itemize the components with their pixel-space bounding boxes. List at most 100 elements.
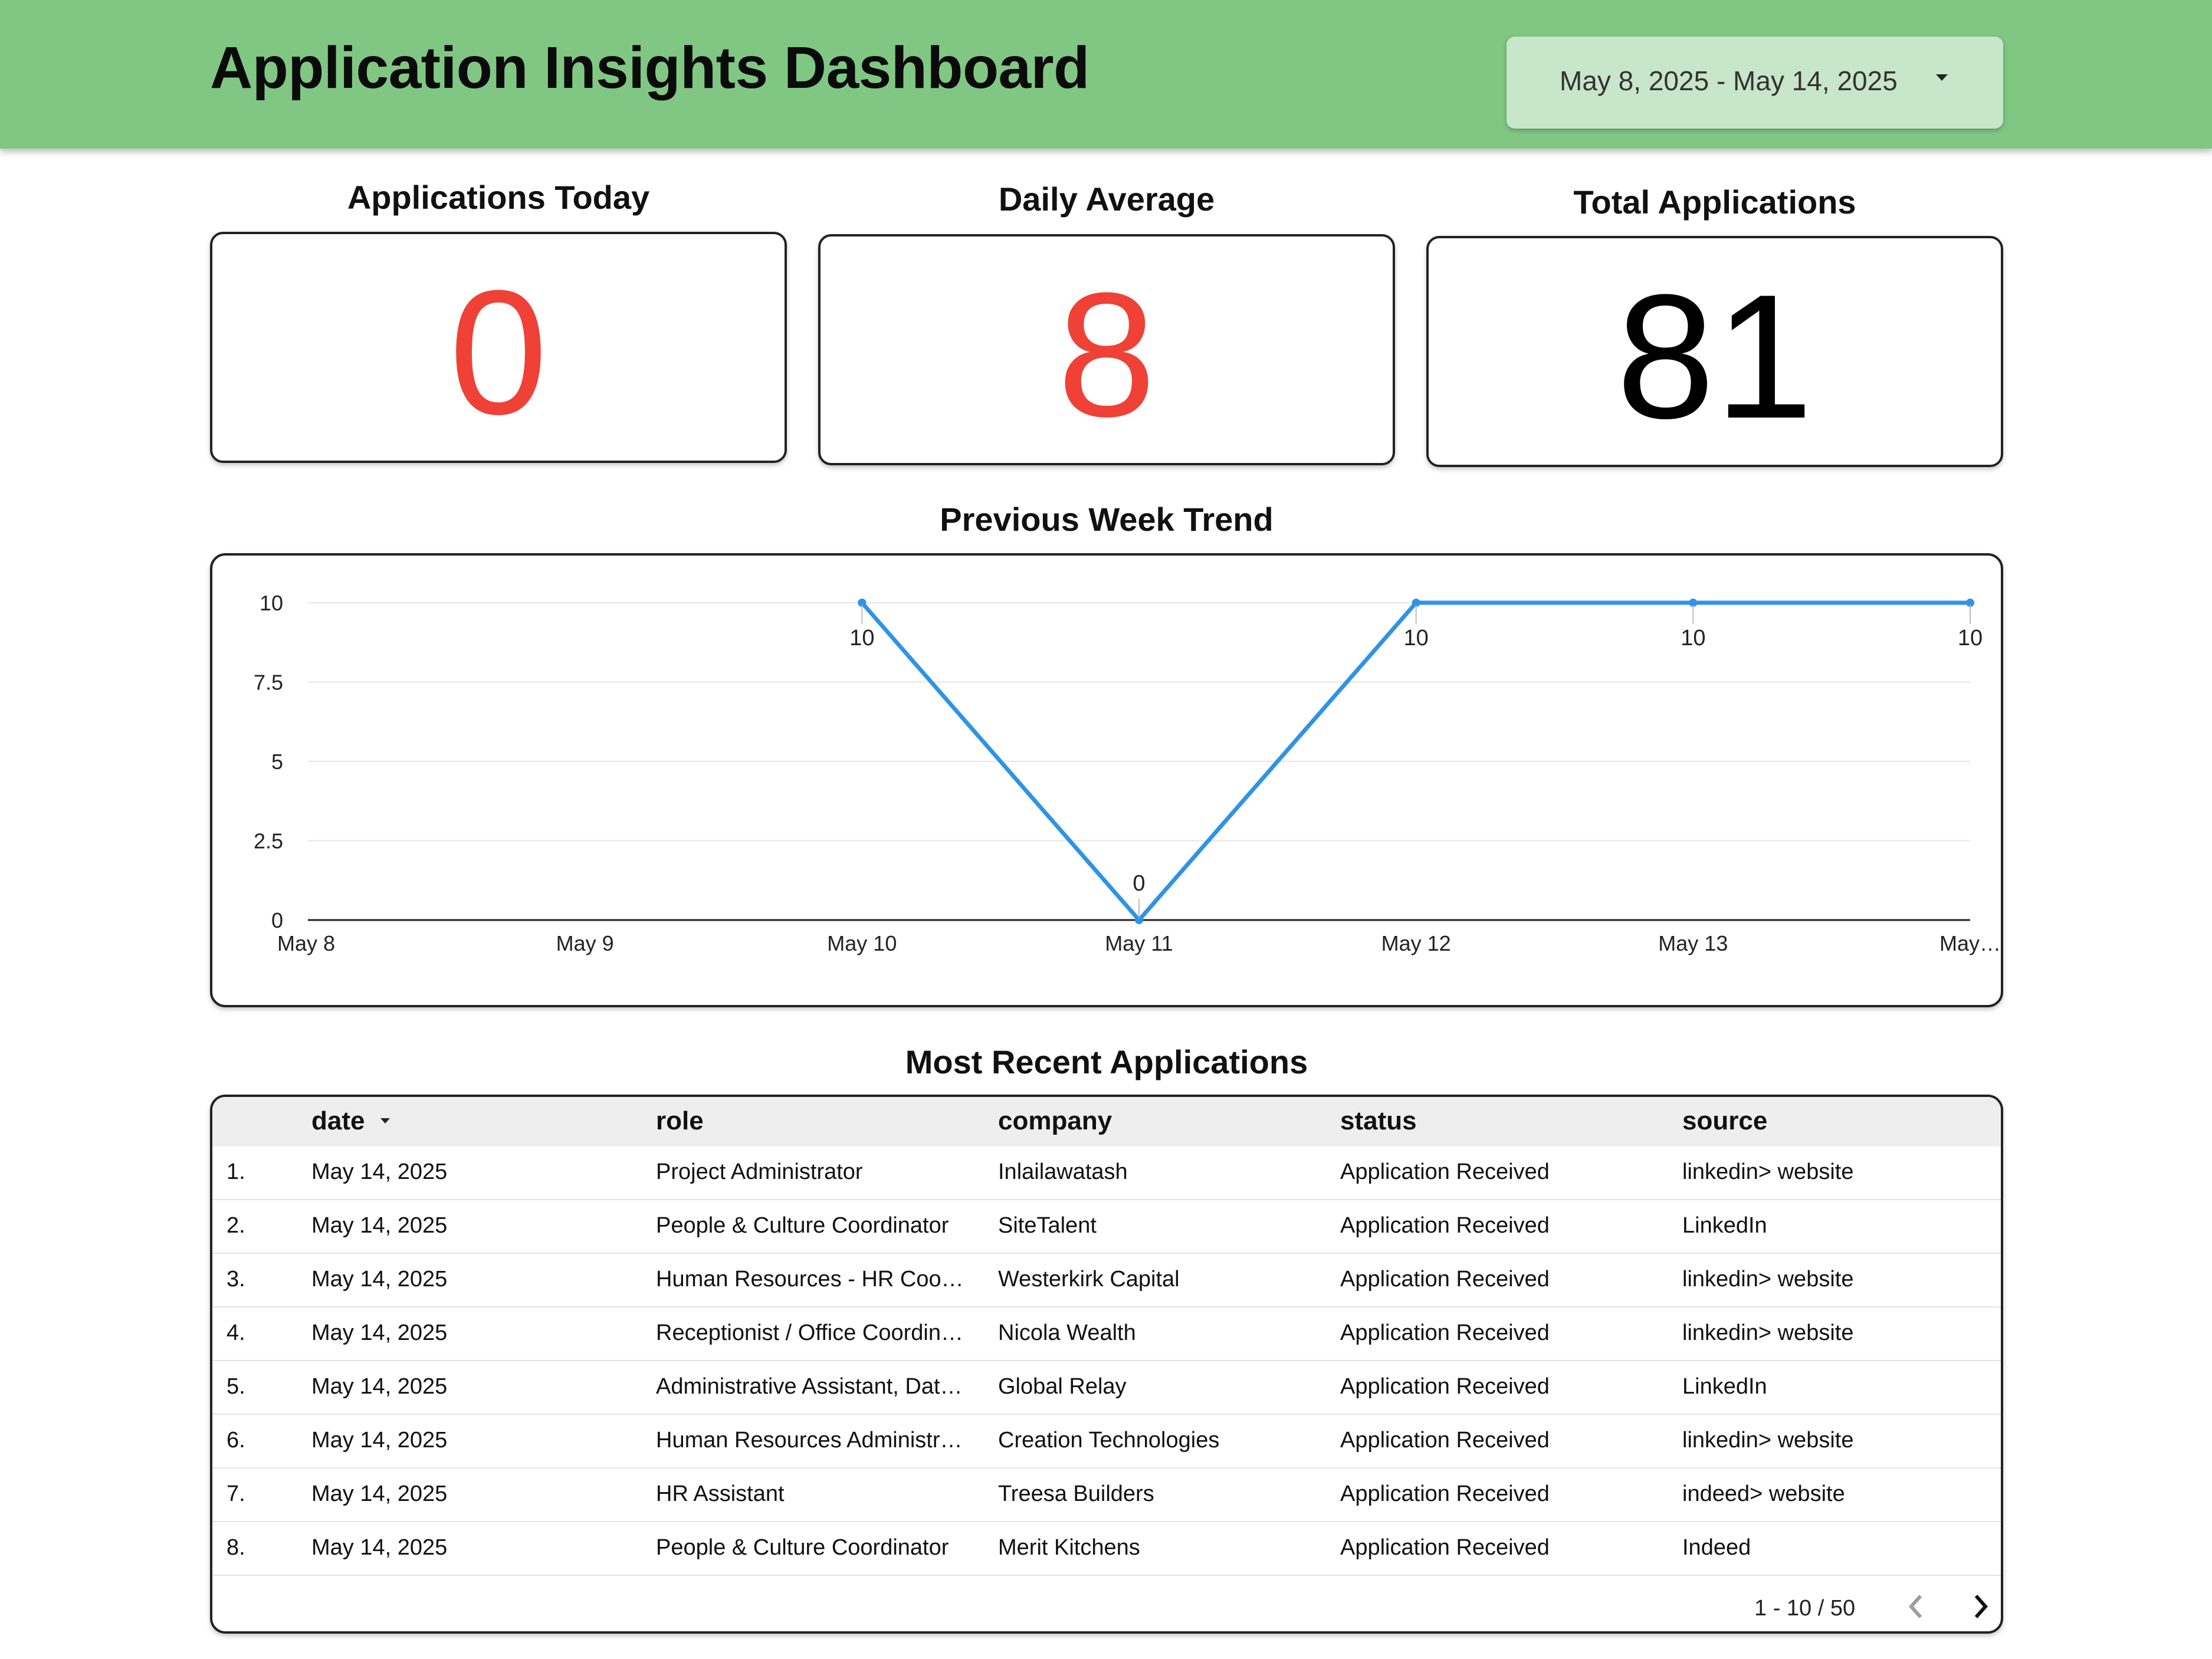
sort-descending-icon[interactable]	[380, 1118, 390, 1123]
cell-date: May 14, 2025	[311, 1428, 448, 1453]
cell-status: Application Received	[1340, 1213, 1550, 1238]
cell-company: Inlailawatash	[998, 1159, 1128, 1184]
cell-role: Project Administrator	[656, 1159, 863, 1184]
table-row[interactable]: 6. May 14, 2025 Human Resources Administr……	[212, 1415, 2001, 1469]
cell-source: LinkedIn	[1682, 1213, 1767, 1238]
kpi-card-applications-today: 0	[210, 232, 787, 463]
kpi-card-total-applications: 81	[1426, 236, 2003, 467]
cell-company: Merit Kitchens	[998, 1535, 1140, 1560]
cell-status: Application Received	[1340, 1320, 1550, 1345]
cell-role: Receptionist / Office Coordina…	[656, 1320, 969, 1345]
cell-num: 4.	[227, 1320, 245, 1345]
cell-status: Application Received	[1340, 1428, 1550, 1453]
cell-status: Application Received	[1340, 1159, 1550, 1184]
cell-role: Human Resources - HR Coord…	[656, 1267, 969, 1292]
cell-source: linkedin> website	[1682, 1428, 1854, 1453]
x-tick-label: May 12	[1381, 931, 1451, 955]
data-label: 10	[849, 626, 874, 651]
y-tick-label: 10	[260, 591, 283, 615]
trend-line-chart: 0 2.5 5 7.5 10 May 8 May 9 May 10 May 11 May 12 Ma…	[254, 591, 2001, 955]
table-row[interactable]: 4. May 14, 2025 Receptionist / Office Coor…	[212, 1308, 2001, 1361]
kpi-value-applications-today: 0	[449, 253, 548, 451]
kpi-value-total-applications: 81	[1616, 257, 1813, 455]
cell-num: 8.	[227, 1535, 245, 1560]
cell-date: May 14, 2025	[311, 1159, 448, 1184]
table-row[interactable]: 8. May 14, 2025 People & Culture Coordinat…	[212, 1522, 2001, 1576]
cell-num: 2.	[227, 1213, 245, 1238]
y-tick-label: 2.5	[254, 829, 283, 853]
cell-num: 3.	[227, 1267, 245, 1292]
cell-source: linkedin> website	[1682, 1159, 1854, 1184]
trend-chart-title: Previous Week Trend	[940, 501, 1274, 538]
cell-date: May 14, 2025	[311, 1481, 448, 1506]
data-label: 10	[1404, 626, 1429, 651]
data-label: 10	[1958, 626, 1983, 651]
chevron-right-icon[interactable]	[1965, 1590, 1995, 1623]
x-tick-label: May 11	[1105, 931, 1173, 955]
table-title: Most Recent Applications	[905, 1043, 1308, 1080]
cell-status: Application Received	[1340, 1374, 1550, 1399]
cell-company: Creation Technologies	[998, 1428, 1220, 1453]
pagination-label: 1 - 10 / 50	[1754, 1596, 1856, 1621]
x-tick-label: May 9	[556, 931, 614, 955]
x-tick-label: May 13	[1658, 931, 1728, 955]
table-row[interactable]: 7. May 14, 2025 HR Assistant Treesa Builder…	[212, 1469, 2001, 1522]
cell-num: 1.	[227, 1159, 245, 1184]
table-row[interactable]: 1. May 14, 2025 Project Administrator Inlai…	[212, 1146, 2001, 1200]
cell-company: Global Relay	[998, 1374, 1127, 1399]
kpi-title-daily-average: Daily Average	[998, 180, 1215, 218]
cell-date: May 14, 2025	[311, 1374, 448, 1399]
table-row[interactable]: 2. May 14, 2025 People & Culture Coordinat…	[212, 1200, 2001, 1254]
table-row[interactable]: 5. May 14, 2025 Administrative Assistant, …	[212, 1361, 2001, 1415]
page-title: Application Insights Dashboard	[210, 35, 1089, 101]
dashboard-header: Application Insights Dashboard May 8, 20…	[0, 0, 2212, 149]
chevron-left-icon[interactable]	[1902, 1590, 1931, 1623]
column-header-date[interactable]: date	[311, 1106, 365, 1136]
kpi-title-applications-today: Applications Today	[347, 179, 650, 216]
column-header-status[interactable]: status	[1340, 1106, 1417, 1136]
recent-applications-table: date role company status source 1. May 14…	[210, 1095, 2003, 1634]
cell-date: May 14, 2025	[311, 1320, 448, 1345]
x-tick-label: May 8	[277, 931, 335, 955]
cell-status: Application Received	[1340, 1481, 1550, 1506]
kpi-title-total-applications: Total Applications	[1573, 183, 1856, 221]
y-tick-label: 7.5	[254, 671, 283, 695]
cell-source: Indeed	[1682, 1535, 1751, 1560]
cell-date: May 14, 2025	[311, 1535, 448, 1560]
cell-role: HR Assistant	[656, 1481, 785, 1506]
cell-role: People & Culture Coordinator	[656, 1213, 949, 1238]
trend-chart: 0 2.5 5 7.5 10 May 8 May 9 May 10 May 11 May 12 Ma…	[210, 553, 2003, 1007]
cell-source: indeed> website	[1682, 1481, 1845, 1506]
cell-company: Nicola Wealth	[998, 1320, 1136, 1345]
y-tick-label: 5	[271, 750, 283, 774]
cell-num: 6.	[227, 1428, 245, 1453]
cell-source: linkedin> website	[1682, 1267, 1854, 1292]
cell-source: linkedin> website	[1682, 1320, 1854, 1345]
column-header-source[interactable]: source	[1682, 1106, 1767, 1136]
table-header: date role company status source	[212, 1097, 2001, 1146]
cell-company: Westerkirk Capital	[998, 1267, 1180, 1292]
x-tick-label: May 10	[827, 931, 897, 955]
kpi-value-daily-average: 8	[1057, 255, 1156, 454]
cell-role: Human Resources Administr…	[656, 1428, 963, 1453]
data-label: 10	[1681, 626, 1705, 651]
x-tick-label: May…	[1939, 931, 2001, 955]
cell-date: May 14, 2025	[311, 1267, 448, 1292]
table-row[interactable]: 3. May 14, 2025 Human Resources - HR Coord…	[212, 1254, 2001, 1308]
cell-role: People & Culture Coordinator	[656, 1535, 949, 1560]
cell-source: LinkedIn	[1682, 1374, 1767, 1399]
date-range-label: May 8, 2025 - May 14, 2025	[1560, 65, 1898, 96]
data-label: 0	[1133, 871, 1145, 896]
cell-company: SiteTalent	[998, 1213, 1097, 1238]
cell-status: Application Received	[1340, 1267, 1550, 1292]
kpi-card-daily-average: 8	[818, 234, 1395, 465]
column-header-role[interactable]: role	[656, 1106, 704, 1136]
column-header-company[interactable]: company	[998, 1106, 1112, 1136]
cell-company: Treesa Builders	[998, 1481, 1154, 1506]
cell-num: 5.	[227, 1374, 245, 1399]
cell-role: Administrative Assistant, Dat…	[656, 1374, 963, 1399]
date-range-picker[interactable]: May 8, 2025 - May 14, 2025	[1507, 37, 2003, 129]
cell-date: May 14, 2025	[311, 1213, 448, 1238]
chevron-down-icon	[1936, 74, 1948, 81]
cell-num: 7.	[227, 1481, 245, 1506]
